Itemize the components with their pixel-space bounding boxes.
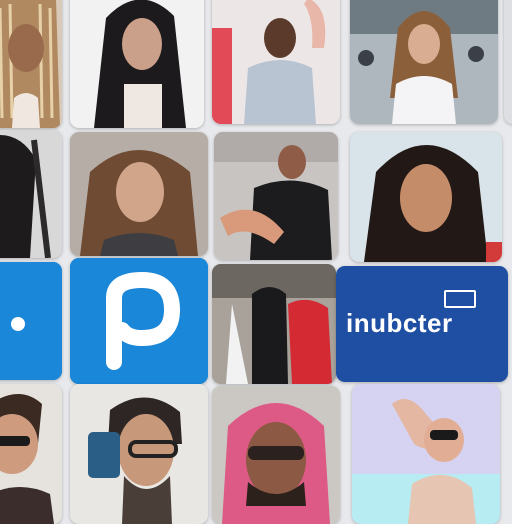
brand-app-tile[interactable]: inubcter — [336, 266, 508, 382]
photo-figure-pastel[interactable] — [352, 384, 500, 524]
dot-app-icon[interactable] — [0, 262, 62, 380]
photo-edge[interactable] — [504, 0, 512, 124]
photo-man-glasses-phone[interactable] — [70, 384, 208, 524]
photo-woman-long-hair[interactable] — [0, 130, 62, 258]
photo-man-mask[interactable] — [212, 0, 340, 124]
photo-group-street[interactable] — [212, 264, 336, 384]
photo-man-gesturing[interactable] — [214, 132, 338, 260]
rectangle-mark-icon — [444, 290, 476, 308]
photo-woman-portrait[interactable] — [70, 132, 208, 256]
brand-label: inubcter — [346, 308, 453, 338]
photo-man-sunglasses[interactable] — [0, 384, 62, 524]
p-app-icon[interactable] — [70, 258, 208, 384]
photo-man-pink-hood[interactable] — [212, 386, 340, 524]
photo-woman-braids[interactable] — [0, 0, 62, 128]
photo-woman-crowd[interactable] — [350, 0, 498, 124]
photo-woman-dark-long-hair[interactable] — [350, 132, 502, 262]
photo-woman-dark-hair[interactable] — [70, 0, 204, 128]
